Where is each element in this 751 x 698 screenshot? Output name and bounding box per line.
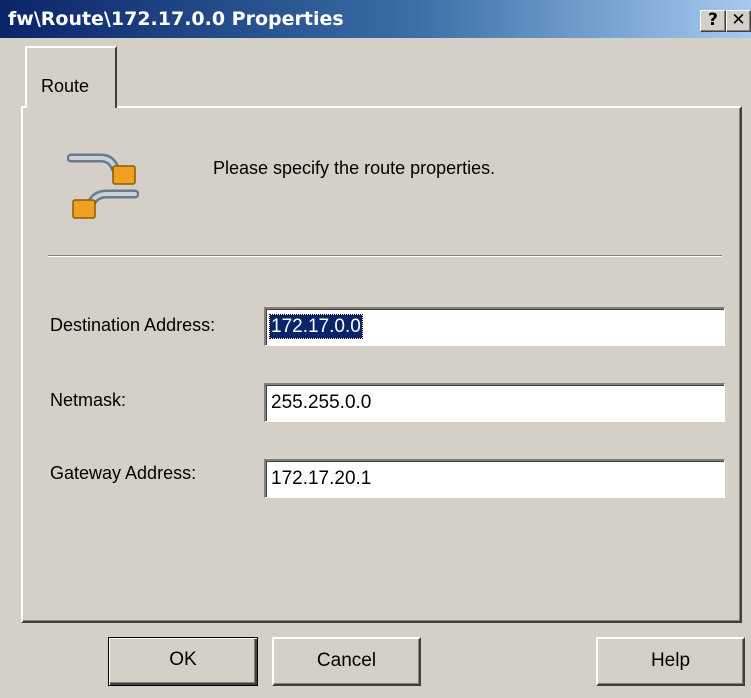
- window-title: fw\Route\172.17.0.0 Properties: [8, 8, 344, 30]
- netmask-value: 255.255.0.0: [271, 392, 372, 413]
- title-bar[interactable]: fw\Route\172.17.0.0 Properties ? ✕: [0, 0, 751, 38]
- route-tab-panel: Please specify the route properties. Des…: [21, 106, 742, 623]
- cancel-button[interactable]: Cancel: [272, 637, 421, 686]
- tab-route-label: Route: [41, 76, 90, 96]
- properties-dialog: fw\Route\172.17.0.0 Properties ? ✕ Route…: [0, 0, 751, 698]
- instructions-text: Please specify the route properties.: [213, 158, 496, 178]
- gateway-address-input[interactable]: 172.17.20.1: [264, 459, 725, 498]
- gateway-address-value: 172.17.20.1: [271, 468, 372, 489]
- gateway-address-label: Gateway Address:: [50, 463, 197, 483]
- destination-address-input[interactable]: 172.17.0.0: [264, 307, 725, 346]
- tab-route[interactable]: Route: [25, 46, 117, 108]
- ok-button[interactable]: OK: [108, 637, 258, 686]
- destination-address-value: 172.17.0.0: [269, 314, 363, 339]
- close-icon[interactable]: ✕: [726, 10, 751, 32]
- help-button[interactable]: Help: [596, 637, 745, 686]
- route-icon: [67, 153, 139, 219]
- destination-address-label: Destination Address:: [50, 315, 216, 335]
- separator: [48, 255, 722, 257]
- netmask-label: Netmask:: [50, 390, 127, 410]
- netmask-input[interactable]: 255.255.0.0: [264, 383, 725, 422]
- help-icon[interactable]: ?: [700, 10, 726, 32]
